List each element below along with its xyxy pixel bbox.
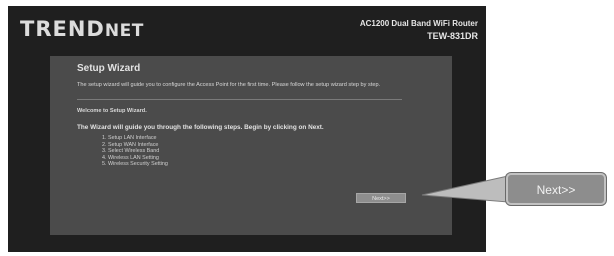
callout-pointer (421, 175, 509, 203)
next-button-callout[interactable]: Next>> (506, 173, 606, 205)
